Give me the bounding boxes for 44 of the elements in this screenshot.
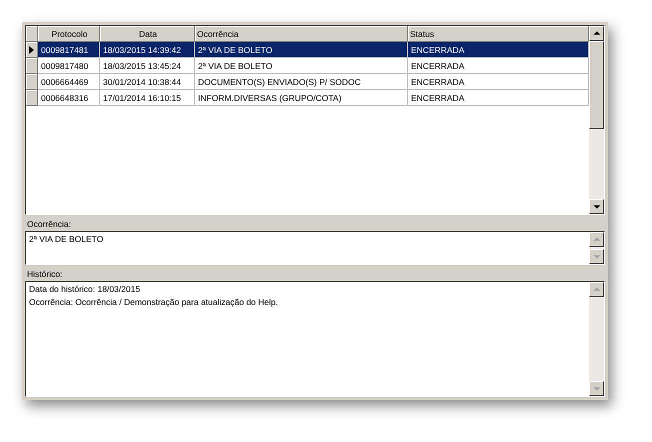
scroll-down-icon[interactable] [589,249,604,264]
table-cell: 0009817481 [38,42,100,58]
scrollbar[interactable] [589,26,604,214]
scrollbar[interactable] [589,232,604,264]
table-cell: ENCERRADA [408,42,589,58]
table-row[interactable]: 0009817481 18/03/2015 14:39:42 2ª VIA DE BOLETO ENCERRADA [26,42,589,58]
table-cell: 17/01/2014 16:10:15 [100,90,195,106]
text-line: Data do histórico: 18/03/2015 [29,284,142,295]
scroll-down-icon[interactable] [589,199,604,214]
column-header[interactable]: Data [100,26,195,42]
column-header[interactable]: Protocolo [38,26,100,42]
table-cell: 18/03/2015 13:45:24 [100,58,195,74]
scroll-up-icon[interactable] [589,26,604,41]
table-row[interactable]: 0006648316 17/01/2014 16:10:15 INFORM.DIVERSAS (GRUPO/COTA) ENCERRADA [26,90,589,106]
row-indicator[interactable] [26,42,38,58]
table-cell: ENCERRADA [408,74,589,90]
text-line: 2ª VIA DE BOLETO [29,234,104,245]
table-cell: ENCERRADA [408,90,589,106]
table-cell: 18/03/2015 14:39:42 [100,42,195,58]
scroll-down-icon[interactable] [589,381,604,396]
table-cell: INFORM.DIVERSAS (GRUPO/COTA) [195,90,408,106]
section-label: Histórico: [26,268,64,281]
table-cell: 0006648316 [38,90,100,106]
table-row[interactable]: 0009817480 18/03/2015 13:45:24 2ª VIA DE BOLETO ENCERRADA [26,58,589,74]
text-area[interactable]: Data do histórico: 18/03/2015 Ocorrência: Ocorrência / Demonstração para atualização do Help. [25,281,605,397]
text-area[interactable]: 2ª VIA DE BOLETO [25,231,605,265]
table-cell: ENCERRADA [408,58,589,74]
scroll-up-icon[interactable] [589,232,604,247]
table-cell: 2ª VIA DE BOLETO [195,58,408,74]
table-cell: 0009817480 [38,58,100,74]
table-cell: 2ª VIA DE BOLETO [195,42,408,58]
header-corner [26,26,38,42]
scrollbar[interactable] [589,282,604,396]
scroll-up-icon[interactable] [589,282,604,297]
row-pointer-icon [29,46,34,54]
text-line: Ocorrência: Ocorrência / Demonstração para atualização do Help. [29,297,279,308]
column-header[interactable]: Ocorrência [195,26,408,42]
table-cell: 0006664469 [38,74,100,90]
section-label: Ocorrência: [26,218,72,231]
column-header[interactable]: Status [408,26,589,42]
table-row[interactable]: 0006664469 30/01/2014 10:38:44 DOCUMENTO(S) ENVIADO(S) P/ SODOC ENCERRADA [26,74,589,90]
scroll-thumb[interactable] [589,41,604,129]
table-cell: DOCUMENTO(S) ENVIADO(S) P/ SODOC [195,74,408,90]
table-cell: 30/01/2014 10:38:44 [100,74,195,90]
